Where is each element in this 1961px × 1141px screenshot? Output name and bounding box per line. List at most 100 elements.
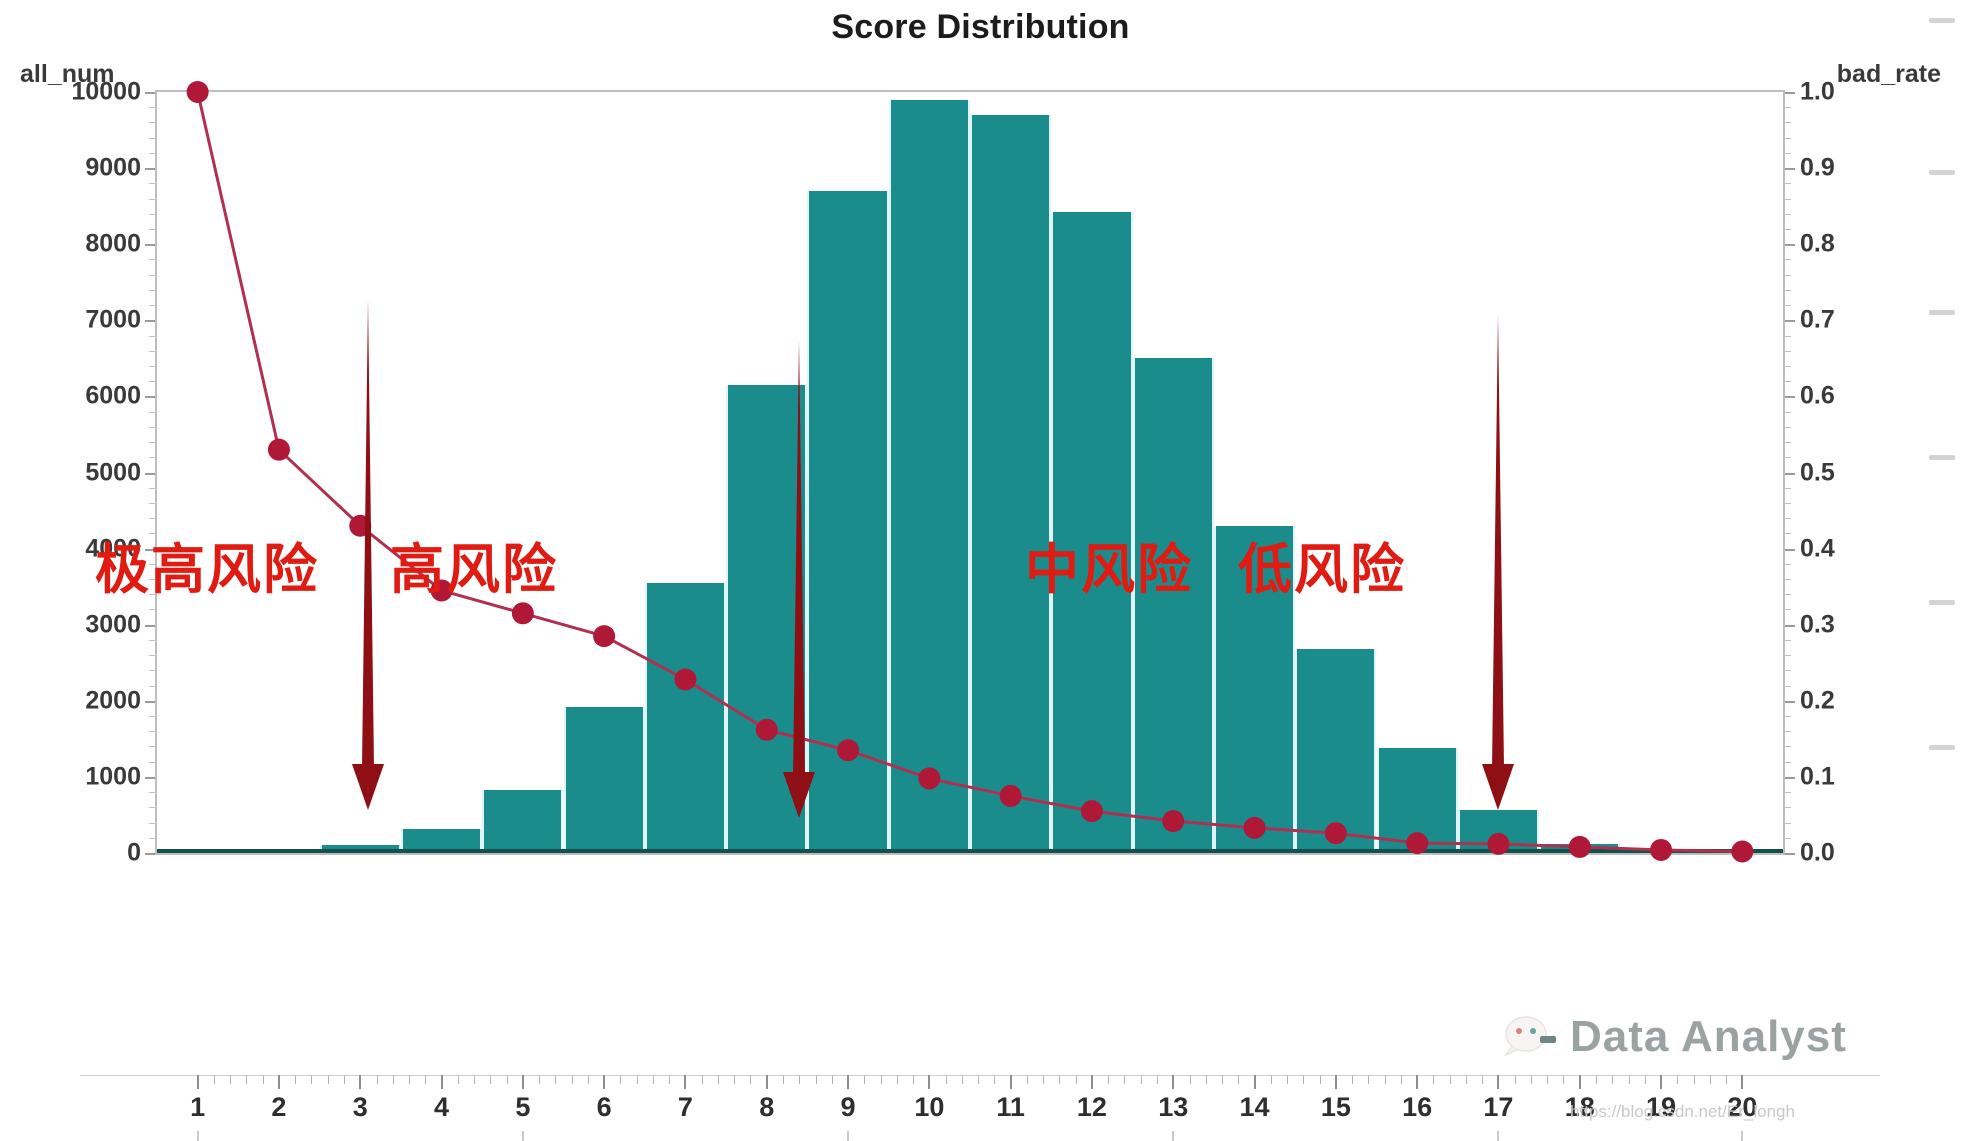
bad-rate-marker [837, 739, 860, 762]
right-tick-label: 0.0 [1800, 838, 1835, 867]
x-minor-tick [815, 1075, 817, 1084]
wechat-icon [1503, 1016, 1556, 1057]
right-tick-mark [1785, 548, 1795, 551]
edge-dash [1929, 310, 1955, 315]
x-minor-tick [474, 1075, 476, 1084]
x-tick-mark [928, 1075, 931, 1089]
x-minor-tick [327, 1075, 329, 1084]
x-minor-tick [587, 1075, 589, 1084]
x-minor-tick [1238, 1075, 1240, 1084]
edge-dash [1929, 455, 1955, 460]
edge-dash [1929, 170, 1955, 175]
x-tick-mark [1741, 1075, 1744, 1089]
x-tick-label: 3 [352, 1092, 368, 1122]
x-minor-tick [783, 1075, 784, 1084]
right-minor-tick [1785, 426, 1791, 428]
x-sub-tick [1497, 1131, 1500, 1141]
x-minor-tick [913, 1075, 915, 1084]
right-tick-label: 0.1 [1800, 762, 1835, 791]
x-minor-tick [409, 1075, 411, 1084]
bad-rate-marker [999, 784, 1022, 807]
x-minor-tick [376, 1075, 378, 1084]
left-tick-label: 9000 [85, 153, 141, 182]
bad-rate-marker [674, 668, 697, 691]
right-tick-label: 0.2 [1800, 686, 1835, 715]
x-minor-tick [1709, 1075, 1711, 1084]
x-minor-tick [1287, 1075, 1289, 1084]
right-tick-mark [1785, 320, 1795, 323]
x-minor-tick [246, 1075, 248, 1084]
x-minor-tick [1644, 1075, 1646, 1084]
line-series-bad-rate [186, 81, 1754, 863]
right-minor-tick [1785, 107, 1791, 109]
x-minor-tick [669, 1075, 671, 1084]
left-tick-mark [145, 396, 155, 399]
x-minor-tick [701, 1075, 703, 1084]
x-minor-tick [864, 1075, 866, 1084]
x-tick-mark [847, 1075, 850, 1089]
annotation-label: 中风险 [1025, 538, 1193, 601]
x-minor-tick [1482, 1075, 1484, 1084]
x-minor-tick [717, 1075, 719, 1084]
x-minor-tick [213, 1075, 215, 1084]
right-minor-tick [1785, 716, 1791, 718]
x-minor-tick [490, 1075, 492, 1084]
x-tick-label: 10 [914, 1092, 945, 1122]
x-minor-tick [1449, 1075, 1451, 1084]
x-minor-tick [343, 1075, 345, 1084]
x-tick-mark [684, 1075, 687, 1089]
right-minor-tick [1785, 213, 1791, 215]
x-minor-tick [230, 1075, 232, 1084]
x-tick-mark [1578, 1075, 1581, 1089]
left-tick-label: 5000 [85, 458, 141, 486]
edge-dash [1929, 600, 1955, 605]
right-minor-tick [1785, 837, 1791, 839]
x-minor-tick [1026, 1075, 1028, 1084]
annotation-arrow [1482, 315, 1515, 810]
x-tick-label: 15 [1320, 1092, 1351, 1122]
x-minor-tick [262, 1075, 264, 1084]
right-minor-tick [1785, 381, 1791, 383]
right-minor-tick [1785, 761, 1791, 763]
x-tick-mark [1090, 1075, 1093, 1089]
x-tick-mark [521, 1075, 524, 1089]
x-sub-tick [847, 1131, 850, 1141]
x-minor-tick [311, 1075, 313, 1084]
bad-rate-marker [1731, 840, 1754, 863]
x-minor-tick [1368, 1075, 1370, 1084]
right-minor-tick [1785, 822, 1791, 824]
annotation-label: 极高风险 [95, 538, 319, 601]
left-tick-mark [145, 244, 155, 247]
x-minor-tick [1270, 1075, 1272, 1084]
right-minor-tick [1785, 335, 1791, 337]
right-minor-tick [1785, 365, 1791, 367]
watermark-text: Data Analyst [1570, 1012, 1847, 1061]
right-minor-tick [1785, 746, 1791, 748]
right-minor-tick [1785, 518, 1791, 520]
x-minor-tick [1563, 1075, 1565, 1084]
left-tick-label: 2000 [85, 686, 141, 715]
bad-rate-marker [1406, 832, 1429, 855]
x-minor-tick [750, 1075, 752, 1084]
right-minor-tick [1785, 685, 1791, 687]
right-tick-mark [1785, 396, 1795, 399]
x-axis-line [80, 1075, 1880, 1076]
right-tick-mark [1785, 92, 1795, 94]
x-minor-tick [295, 1075, 297, 1084]
x-minor-tick [1075, 1075, 1077, 1084]
x-minor-tick [961, 1075, 963, 1084]
x-tick-mark [603, 1075, 606, 1089]
x-minor-tick [457, 1075, 459, 1084]
plot-area [155, 81, 1785, 863]
x-minor-tick [1059, 1075, 1061, 1084]
x-minor-tick [1156, 1075, 1158, 1084]
right-minor-tick [1785, 670, 1791, 672]
bad-rate-marker [1324, 822, 1347, 845]
left-tick-mark [145, 853, 155, 855]
x-minor-tick [1303, 1075, 1305, 1084]
right-minor-tick [1785, 137, 1791, 139]
left-tick-label: 7000 [85, 305, 141, 334]
left-tick-label: 10000 [71, 77, 141, 106]
x-tick-mark [440, 1075, 443, 1089]
x-minor-tick [555, 1075, 557, 1084]
